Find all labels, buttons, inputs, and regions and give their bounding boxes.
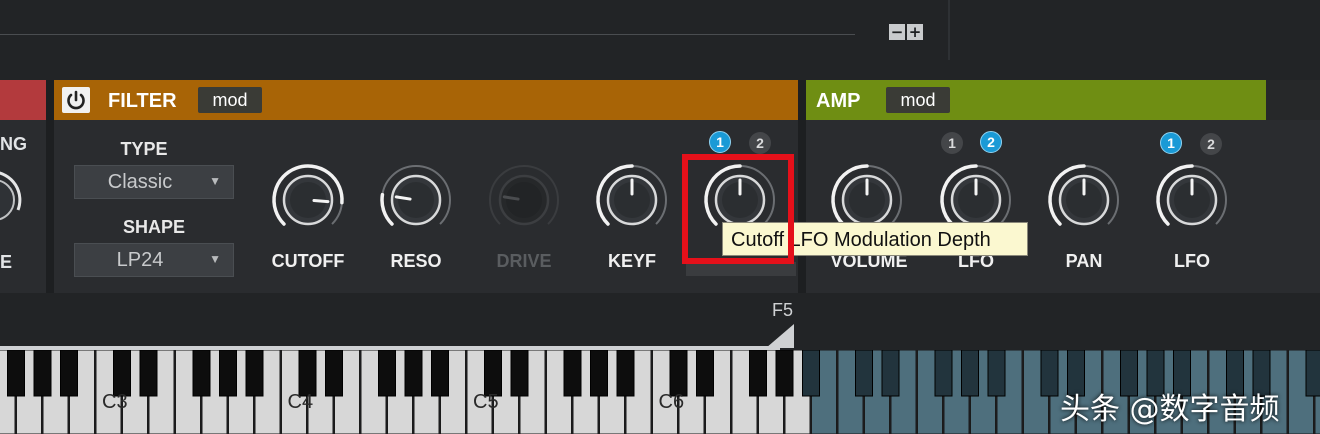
lfo-depth-value-box <box>686 262 796 276</box>
filter-type-dropdown[interactable]: Classic ▼ <box>74 165 234 199</box>
black-key[interactable] <box>590 350 608 397</box>
watermark: 头条 @数字音频 <box>1060 392 1280 427</box>
chevron-down-icon: ▼ <box>209 174 221 188</box>
shape-label: SHAPE <box>122 217 185 237</box>
cutoff-label: CUTOFF <box>271 251 345 271</box>
black-key[interactable] <box>881 350 900 397</box>
drive-knob <box>489 165 559 226</box>
filter-mod-button[interactable]: mod <box>198 87 262 113</box>
filter-power-button[interactable] <box>62 87 90 113</box>
filter-header: FILTER mod <box>54 80 798 120</box>
amp-header-extension <box>1266 80 1320 120</box>
amp-mod-button[interactable]: mod <box>886 87 950 113</box>
pan-label: PAN <box>1065 251 1103 271</box>
octave-label: C4 <box>288 391 314 413</box>
black-key[interactable] <box>404 350 423 397</box>
black-key[interactable] <box>749 350 767 397</box>
black-key[interactable] <box>298 350 317 397</box>
black-key[interactable] <box>33 350 52 397</box>
reso-knob[interactable] <box>376 160 456 240</box>
filter-title: FILTER <box>108 90 177 112</box>
zoom-out-button[interactable]: − <box>889 24 905 40</box>
filter-shape-value: LP24 <box>116 249 164 271</box>
keyf-knob[interactable] <box>592 160 672 240</box>
amp-lfo2-badge-1[interactable]: 1 <box>1160 132 1182 154</box>
amp-lfo-knob-2[interactable] <box>1152 160 1232 240</box>
black-key[interactable] <box>325 350 343 397</box>
reso-label: RESO <box>390 251 442 271</box>
black-key[interactable] <box>802 350 820 397</box>
left-panel-label-top: NG <box>0 134 27 154</box>
filter-shape-dropdown[interactable]: LP24 ▼ <box>74 243 234 277</box>
octave-label: C5 <box>473 391 499 413</box>
amp-lfo1-badge-1[interactable]: 1 <box>941 132 963 154</box>
octave-label: C6 <box>659 391 685 413</box>
octave-label: C3 <box>102 391 128 413</box>
black-key[interactable] <box>563 350 582 397</box>
cutoff-knob[interactable] <box>268 160 348 240</box>
black-key[interactable] <box>696 350 714 397</box>
black-key[interactable] <box>987 350 1006 397</box>
black-key[interactable] <box>1040 350 1059 397</box>
zoom-in-button[interactable]: + <box>907 24 923 40</box>
keyboard-header <box>0 293 1320 350</box>
top-vertical-divider <box>948 0 950 60</box>
left-panel-knob[interactable] <box>0 168 46 232</box>
amp-lfo1-badge-2[interactable]: 2 <box>980 131 1002 153</box>
top-strip <box>0 0 1320 80</box>
black-key[interactable] <box>775 350 794 397</box>
filter-lfo2-badge[interactable]: 2 <box>749 132 771 154</box>
top-divider-line <box>0 34 855 35</box>
filter-lfo1-badge[interactable]: 1 <box>709 131 731 153</box>
filter-type-value: Classic <box>107 171 173 193</box>
black-key[interactable] <box>510 350 529 397</box>
amp-lfo-label-2: LFO <box>1174 251 1210 271</box>
black-key[interactable] <box>961 350 979 397</box>
black-key[interactable] <box>7 350 25 397</box>
black-key[interactable] <box>616 350 635 397</box>
highlight-box <box>682 154 794 264</box>
type-label: TYPE <box>120 139 168 159</box>
black-key[interactable] <box>378 350 396 397</box>
amp-header: AMP mod <box>806 80 1266 120</box>
black-key[interactable] <box>60 350 78 397</box>
range-marker-icon[interactable] <box>766 324 794 348</box>
chevron-down-icon: ▼ <box>209 252 221 266</box>
black-key[interactable] <box>431 350 449 397</box>
black-key[interactable] <box>934 350 953 397</box>
black-key[interactable] <box>484 350 502 397</box>
black-key[interactable] <box>139 350 158 397</box>
left-panel-label-bottom: E <box>0 252 13 272</box>
drive-label: DRIVE <box>496 251 552 271</box>
black-key[interactable] <box>669 350 688 397</box>
pan-knob[interactable] <box>1044 160 1124 240</box>
black-key[interactable] <box>1305 350 1320 397</box>
range-marker-label: F5 <box>772 300 794 320</box>
left-panel-header <box>0 80 46 120</box>
amp-lfo2-badge-2[interactable]: 2 <box>1200 133 1222 155</box>
amp-title: AMP <box>816 90 861 112</box>
black-key[interactable] <box>245 350 264 397</box>
power-icon <box>67 90 85 110</box>
black-key[interactable] <box>113 350 131 397</box>
black-key[interactable] <box>855 350 873 397</box>
black-key[interactable] <box>219 350 237 397</box>
keyf-label: KEYF <box>607 251 656 271</box>
black-key[interactable] <box>192 350 211 397</box>
